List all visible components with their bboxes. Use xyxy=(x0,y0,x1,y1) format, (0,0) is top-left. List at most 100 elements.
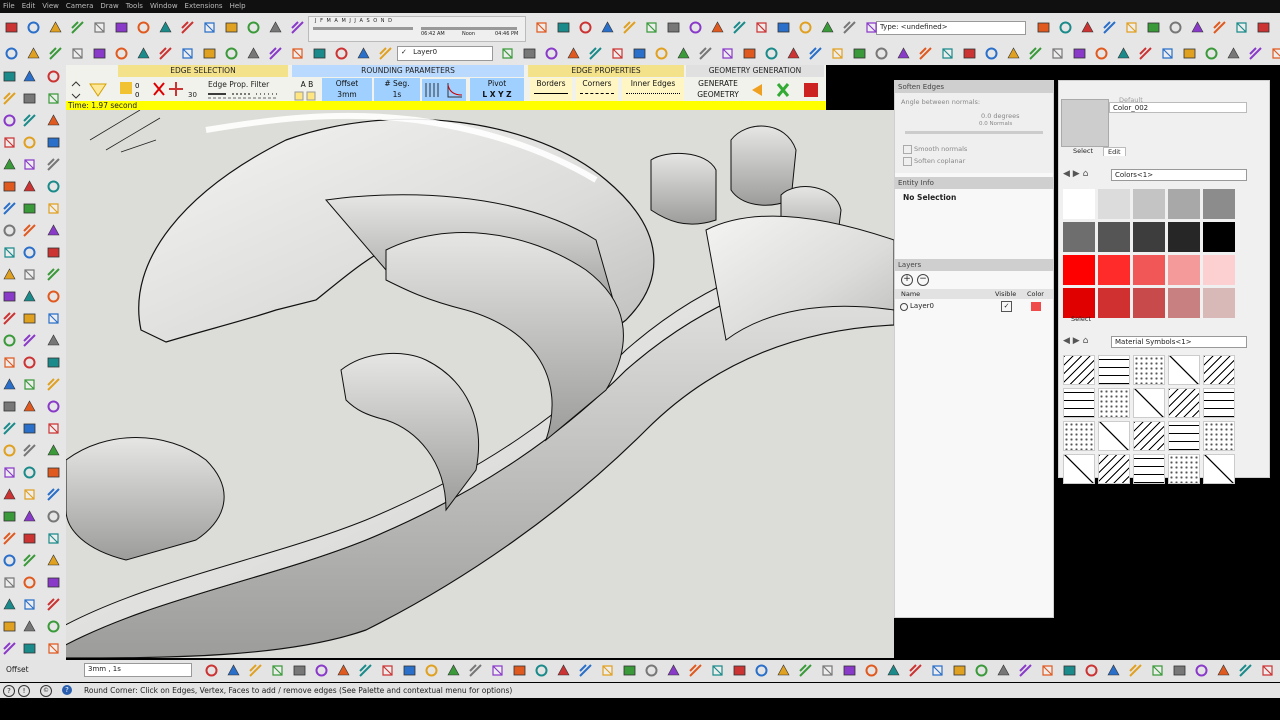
toolbar-icon[interactable] xyxy=(92,20,107,35)
toolbar-icon[interactable] xyxy=(666,20,681,35)
symbols-library-dropdown[interactable]: Material Symbols<1> xyxy=(1111,336,1247,348)
toolbar-icon[interactable] xyxy=(26,20,41,35)
tool-icon[interactable] xyxy=(2,333,17,348)
toolbar-icon[interactable] xyxy=(1138,46,1153,61)
tool-icon[interactable] xyxy=(22,355,37,370)
toolbar-icon[interactable] xyxy=(1168,20,1183,35)
layers-col-name[interactable]: Name xyxy=(901,290,920,298)
tool-icon[interactable] xyxy=(22,113,37,128)
toolbar-icon[interactable] xyxy=(292,663,307,678)
toolbar-icon[interactable] xyxy=(1018,663,1033,678)
toolbar-icon[interactable] xyxy=(698,46,713,61)
toolbar-icon[interactable] xyxy=(566,46,581,61)
time-slider[interactable] xyxy=(421,27,517,30)
color-swatch[interactable] xyxy=(1203,255,1235,285)
tool-icon[interactable] xyxy=(22,465,37,480)
toolbar-icon[interactable] xyxy=(588,46,603,61)
tool-icon[interactable] xyxy=(22,641,37,656)
symbols-nav-icons[interactable]: ◀ ▶ ⌂ xyxy=(1063,336,1113,348)
toolbar-icon[interactable] xyxy=(248,663,263,678)
menu-extensions[interactable]: Extensions xyxy=(185,2,223,10)
toolbar-icon[interactable] xyxy=(136,20,151,35)
toolbar-icon[interactable] xyxy=(654,46,669,61)
toolbar-icon[interactable] xyxy=(180,46,195,61)
edge-prop-filter-lines[interactable] xyxy=(206,92,284,100)
toolbar-icon[interactable] xyxy=(1260,663,1275,678)
tool-icon[interactable] xyxy=(2,223,17,238)
toolbar-icon[interactable] xyxy=(246,46,261,61)
toolbar-icon[interactable] xyxy=(798,663,813,678)
tool-icon[interactable] xyxy=(2,531,17,546)
toolbar-icon[interactable] xyxy=(314,663,329,678)
toolbar-icon[interactable] xyxy=(852,46,867,61)
toolbar-icon[interactable] xyxy=(1062,663,1077,678)
toolbar-icon[interactable] xyxy=(70,20,85,35)
toolbar-icon[interactable] xyxy=(864,20,879,35)
measurements-field[interactable]: 3mm , 1s xyxy=(84,663,192,677)
tool-icon[interactable] xyxy=(46,135,61,150)
toolbar-icon[interactable] xyxy=(1194,663,1209,678)
entity-type-field[interactable]: Type: <undefined> xyxy=(876,21,1026,35)
toolbar-icon[interactable] xyxy=(158,46,173,61)
toolbar-icon[interactable] xyxy=(522,46,537,61)
color-swatch[interactable] xyxy=(1063,222,1095,252)
toolbar-icon[interactable] xyxy=(632,46,647,61)
pattern-swatch[interactable] xyxy=(1203,421,1235,451)
toolbar-icon[interactable] xyxy=(786,46,801,61)
pattern-swatch[interactable] xyxy=(1098,388,1130,418)
toolbar-icon[interactable] xyxy=(1248,46,1263,61)
tool-icon[interactable] xyxy=(46,553,61,568)
tool-icon[interactable] xyxy=(2,135,17,150)
tool-icon[interactable] xyxy=(46,245,61,260)
tool-icon[interactable] xyxy=(46,311,61,326)
smooth-normals-checkbox[interactable] xyxy=(903,145,912,154)
toolbar-icon[interactable] xyxy=(864,663,879,678)
pivot-box[interactable]: Pivot L X Y Z xyxy=(470,78,524,102)
toolbar-icon[interactable] xyxy=(1072,46,1087,61)
toolbar-icon[interactable] xyxy=(610,46,625,61)
tool-icon[interactable] xyxy=(22,443,37,458)
toolbar-icon[interactable] xyxy=(732,20,747,35)
pattern-swatch[interactable] xyxy=(1168,355,1200,385)
select-tab[interactable]: Select xyxy=(1073,147,1093,155)
toolbar-icon[interactable] xyxy=(48,46,63,61)
status-geo-icon[interactable]: ! xyxy=(18,685,30,697)
soften-coplanar-checkbox[interactable] xyxy=(903,157,912,166)
pattern-swatch[interactable] xyxy=(1168,421,1200,451)
tool-icon[interactable] xyxy=(46,619,61,634)
color-swatch[interactable] xyxy=(1203,189,1235,219)
segments-box[interactable]: # Seg. 1s xyxy=(374,78,420,102)
toolbar-icon[interactable] xyxy=(1256,20,1271,35)
toolbar-icon[interactable] xyxy=(776,20,791,35)
tool-icon[interactable] xyxy=(46,443,61,458)
pattern-swatch[interactable] xyxy=(1168,454,1200,484)
toolbar-icon[interactable] xyxy=(820,20,835,35)
color-swatch[interactable] xyxy=(1098,222,1130,252)
toolbar-icon[interactable] xyxy=(1106,663,1121,678)
material-name-field[interactable]: Color_002 xyxy=(1109,102,1247,113)
toolbar-icon[interactable] xyxy=(776,663,791,678)
toolbar-icon[interactable] xyxy=(224,46,239,61)
toolbar-icon[interactable] xyxy=(578,20,593,35)
tool-icon[interactable] xyxy=(22,69,37,84)
tool-icon[interactable] xyxy=(22,619,37,634)
toolbar-icon[interactable] xyxy=(984,46,999,61)
toolbar-icon[interactable] xyxy=(48,20,63,35)
layers-col-color[interactable]: Color xyxy=(1027,290,1044,298)
toolbar-icon[interactable] xyxy=(290,46,305,61)
tool-icon[interactable] xyxy=(2,619,17,634)
toolbar-icon[interactable] xyxy=(490,663,505,678)
toolbar-icon[interactable] xyxy=(556,20,571,35)
pattern-swatch[interactable] xyxy=(1203,454,1235,484)
toolbar-icon[interactable] xyxy=(622,20,637,35)
tool-icon[interactable] xyxy=(2,509,17,524)
toolbar-icon[interactable] xyxy=(830,46,845,61)
toolbar-icon[interactable] xyxy=(644,20,659,35)
toolbar-icon[interactable] xyxy=(424,663,439,678)
toolbar-icon[interactable] xyxy=(270,663,285,678)
tool-icon[interactable] xyxy=(22,553,37,568)
tool-icon[interactable] xyxy=(46,575,61,590)
color-swatch[interactable] xyxy=(1133,189,1165,219)
tool-icon[interactable] xyxy=(22,421,37,436)
pattern-swatch[interactable] xyxy=(1098,355,1130,385)
